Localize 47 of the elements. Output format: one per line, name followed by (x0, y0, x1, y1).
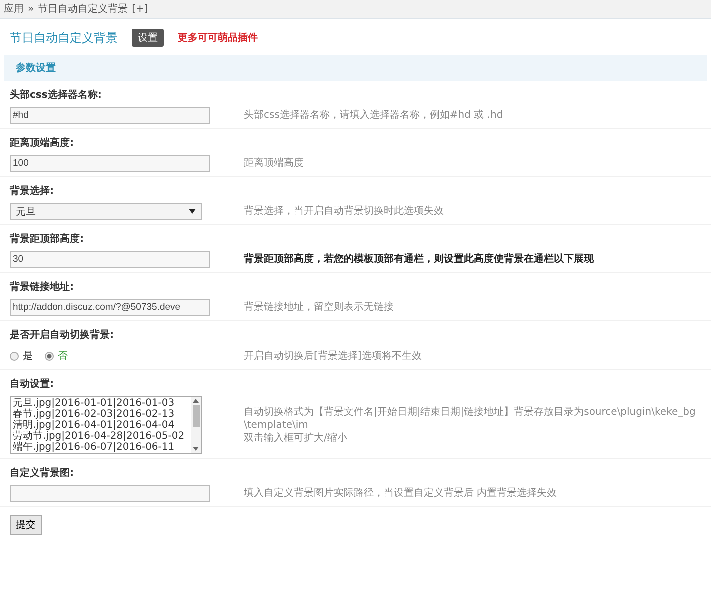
radio-button[interactable] (10, 352, 19, 360)
textarea-line: 劳动节.jpg|2016-04-28|2016-05-02 (13, 431, 186, 442)
field-label: 是否开启自动切换背景: (10, 328, 115, 343)
input-field[interactable]: 100 (10, 155, 210, 172)
radio-label: 否 (58, 350, 68, 363)
textarea-line: 元旦.jpg|2016-01-01|2016-01-03 (13, 398, 176, 409)
section-title: 参数设置 (16, 63, 56, 74)
more-plugins-link[interactable]: 更多可可萌品插件 (178, 31, 258, 45)
field-hint: 背景链接地址，留空则表示无链接 (244, 301, 395, 314)
field-label: 距离顶端高度: (10, 136, 75, 151)
field-label: 自定义背景图: (10, 466, 75, 481)
input-field[interactable]: http://addon.discuz.com/?@50735.deve (10, 299, 210, 316)
scroll-down-icon[interactable] (193, 447, 199, 451)
radio-label: 是 (23, 350, 33, 363)
field-hint: 双击输入框可扩大/缩小 (244, 432, 348, 444)
field-label: 背景链接地址: (10, 280, 75, 295)
input-field[interactable]: #hd (10, 107, 210, 124)
caret-icon (189, 209, 196, 214)
field-label: 自动设置: (10, 378, 55, 392)
field-hint: 背景距顶部高度，若您的模板顶部有通栏，则设置此高度使背景在通栏以下展现 (244, 253, 595, 266)
submit-button[interactable]: 提交 (10, 515, 42, 535)
field-hint: 背景选择，当开启自动背景切换时此选项失效 (244, 205, 445, 218)
breadcrumb-link[interactable]: 节日自动自定义背景 (38, 2, 128, 16)
scrollbar-thumb[interactable] (192, 405, 200, 427)
field-label: 背景选择: (10, 184, 55, 199)
field-hint: 填入自定义背景图片实际路径，当设置自定义背景后 内置背景选择失效 (244, 487, 558, 500)
plugin-title: 节日自动自定义背景 (10, 30, 118, 46)
input-field[interactable] (10, 485, 210, 502)
settings-button[interactable]: 设置 (132, 29, 164, 47)
field-hint: 头部css选择器名称，请填入选择器名称，例如#hd 或 .hd (244, 109, 504, 122)
scroll-up-icon[interactable] (193, 399, 199, 403)
expand-link[interactable]: [+] (132, 4, 148, 14)
input-field[interactable]: 30 (10, 251, 210, 268)
textarea-line: 端午.jpg|2016-06-07|2016-06-11 (13, 442, 176, 453)
scrollbar[interactable] (191, 397, 201, 453)
textarea-field[interactable]: 元旦.jpg|2016-01-01|2016-01-03 春节.jpg|2016-02-03|2016-02-13 清明.jpg|2016-04-01|2016-04-04 劳动节.jpg|2016-04-28|2016-05-02 端午.jpg|2016-06-07|2016-06-11 (10, 396, 202, 454)
radio-button[interactable] (45, 352, 54, 360)
field-hint: 开启自动切换后[背景选择]选项将不生效 (244, 350, 423, 362)
textarea-line: 清明.jpg|2016-04-01|2016-04-04 (13, 420, 176, 431)
field-label: 背景距顶部高度: (10, 232, 85, 247)
select-dropdown[interactable]: 元旦 (10, 203, 202, 220)
breadcrumb-link[interactable]: 应用 (4, 2, 24, 16)
breadcrumb-separator: » (28, 4, 34, 14)
textarea-line: 春节.jpg|2016-02-03|2016-02-13 (13, 409, 176, 420)
field-hint: 自动切换格式为【背景文件名|开始日期|结束日期|链接地址】背景存放目录为source\plugin\keke_bg\template\im (244, 406, 697, 432)
field-label: 头部css选择器名称: (10, 88, 103, 103)
field-hint: 距离顶端高度 (244, 157, 305, 170)
